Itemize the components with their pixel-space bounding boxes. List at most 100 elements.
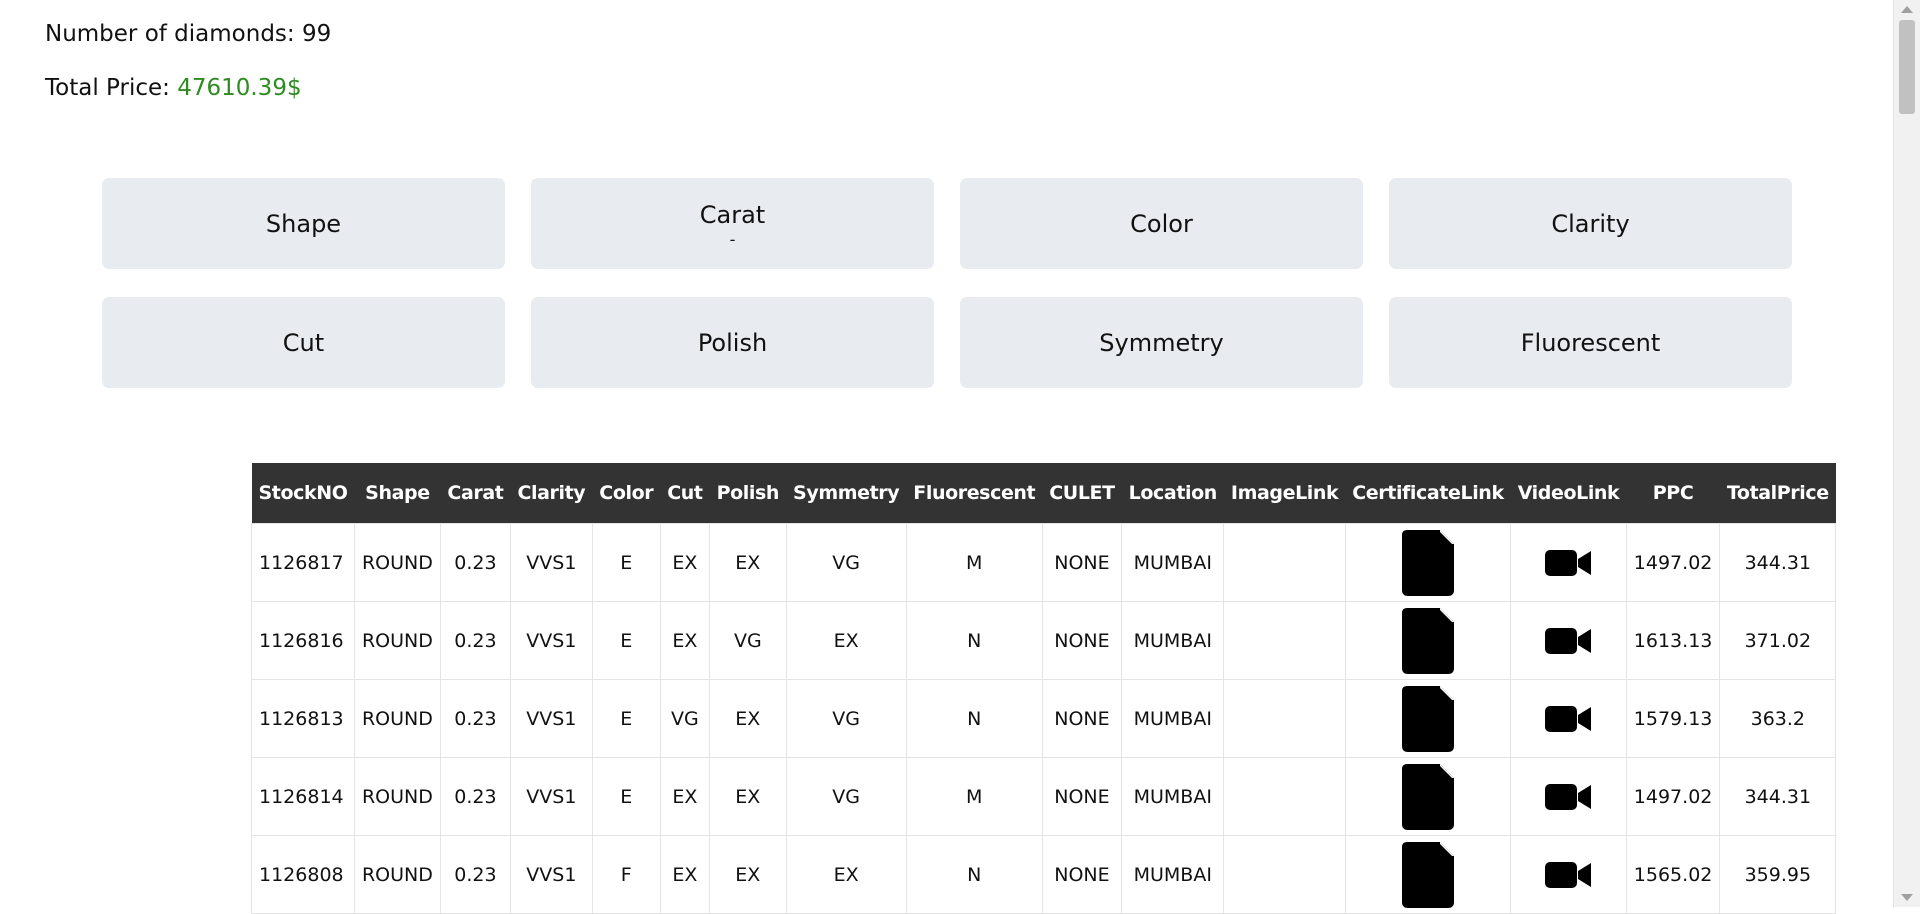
cell-color: E: [591, 523, 661, 602]
column-header[interactable]: Polish: [709, 463, 787, 524]
scroll-up-arrow-icon[interactable]: [1901, 6, 1913, 13]
cell-image: [1223, 835, 1346, 914]
total-price: Total Price: 47610.39$: [45, 72, 331, 104]
cell-symmetry: VG: [785, 757, 907, 836]
cell-image: [1223, 679, 1346, 758]
cell-fluorescent: N: [905, 835, 1043, 914]
cell-video-link[interactable]: [1510, 679, 1627, 758]
cell-color: F: [591, 835, 661, 914]
filter-clarity-button[interactable]: Clarity: [1389, 178, 1792, 269]
video-camera-icon: [1545, 549, 1592, 576]
video-camera-icon: [1545, 705, 1592, 732]
cell-certificate-link[interactable]: [1344, 757, 1512, 836]
filter-label: Carat: [699, 200, 766, 229]
column-header[interactable]: Cut: [660, 463, 710, 524]
column-header[interactable]: CertificateLink: [1345, 463, 1511, 524]
table-row[interactable]: 1126817 ROUND 0.23 VVS1 E EX EX VG M NONE MUMBAI 14…: [251, 523, 1837, 602]
cell-total: 371.02: [1719, 601, 1837, 680]
cell-fluorescent: N: [905, 679, 1043, 758]
table-header-row: StockNO Shape Carat Clarity Color Cut Po…: [251, 463, 1836, 524]
column-header[interactable]: Location: [1121, 463, 1224, 524]
vertical-scrollbar[interactable]: [1893, 0, 1920, 907]
table-row[interactable]: 1126813 ROUND 0.23 VVS1 E VG EX VG N NONE MUMBAI 15…: [251, 679, 1837, 758]
filter-label: Cut: [282, 328, 325, 357]
cell-shape: ROUND: [353, 835, 441, 914]
filter-polish-button[interactable]: Polish: [531, 297, 934, 388]
cell-certificate-link[interactable]: [1344, 679, 1512, 758]
column-header[interactable]: Fluorescent: [906, 463, 1043, 524]
table-row[interactable]: 1126816 ROUND 0.23 VVS1 E EX VG EX N NONE MUMBAI 16…: [251, 601, 1837, 680]
filter-symmetry-button[interactable]: Symmetry: [960, 297, 1363, 388]
column-header[interactable]: PPC: [1626, 463, 1720, 524]
cell-cut: EX: [659, 523, 711, 602]
video-camera-icon: [1545, 861, 1592, 888]
column-header[interactable]: Clarity: [510, 463, 593, 524]
cell-symmetry: VG: [785, 523, 907, 602]
summary: Number of diamonds: 99 Total Price: 4761…: [45, 18, 331, 126]
cell-clarity: VVS1: [509, 601, 593, 680]
cell-location: MUMBAI: [1121, 757, 1225, 836]
filter-cut-button[interactable]: Cut: [102, 297, 505, 388]
column-header[interactable]: Color: [592, 463, 661, 524]
cell-shape: ROUND: [353, 523, 441, 602]
cell-carat: 0.23: [439, 523, 511, 602]
filter-shape-button[interactable]: Shape: [102, 178, 505, 269]
cell-location: MUMBAI: [1121, 679, 1225, 758]
file-icon: [1401, 685, 1454, 752]
column-header[interactable]: Shape: [354, 463, 441, 524]
filter-carat-button[interactable]: Carat -: [531, 178, 934, 269]
diamond-table-container: StockNO Shape Carat Clarity Color Cut Po…: [251, 463, 1837, 914]
cell-total: 363.2: [1719, 679, 1837, 758]
cell-image: [1223, 523, 1346, 602]
column-header[interactable]: StockNO: [251, 463, 355, 524]
cell-certificate-link[interactable]: [1344, 601, 1512, 680]
filter-fluorescent-button[interactable]: Fluorescent: [1389, 297, 1792, 388]
cell-stock: 1126808: [251, 835, 355, 914]
cell-ppc: 1565.02: [1625, 835, 1721, 914]
filter-label: Shape: [265, 209, 342, 238]
column-header[interactable]: Carat: [440, 463, 511, 524]
cell-certificate-link[interactable]: [1344, 523, 1512, 602]
cell-polish: EX: [709, 835, 787, 914]
cell-image: [1223, 601, 1346, 680]
filter-carat-range: -: [729, 229, 736, 249]
column-header[interactable]: CULET: [1042, 463, 1122, 524]
cell-carat: 0.23: [439, 757, 511, 836]
cell-culet: NONE: [1041, 757, 1123, 836]
cell-symmetry: EX: [785, 601, 907, 680]
cell-carat: 0.23: [439, 601, 511, 680]
cell-clarity: VVS1: [509, 679, 593, 758]
cell-video-link[interactable]: [1510, 835, 1627, 914]
scrollbar-thumb[interactable]: [1899, 20, 1915, 114]
cell-stock: 1126817: [251, 523, 355, 602]
cell-color: E: [591, 757, 661, 836]
cell-certificate-link[interactable]: [1344, 835, 1512, 914]
cell-total: 344.31: [1719, 757, 1837, 836]
cell-shape: ROUND: [353, 757, 441, 836]
cell-ppc: 1579.13: [1625, 679, 1721, 758]
cell-video-link[interactable]: [1510, 523, 1627, 602]
scroll-down-arrow-icon[interactable]: [1901, 894, 1913, 901]
cell-video-link[interactable]: [1510, 757, 1627, 836]
cell-location: MUMBAI: [1121, 523, 1225, 602]
filter-label: Fluorescent: [1520, 328, 1661, 357]
cell-symmetry: VG: [785, 679, 907, 758]
column-header[interactable]: Symmetry: [786, 463, 907, 524]
filter-color-button[interactable]: Color: [960, 178, 1363, 269]
column-header[interactable]: TotalPrice: [1719, 463, 1836, 524]
cell-culet: NONE: [1041, 679, 1123, 758]
table-row[interactable]: 1126808 ROUND 0.23 VVS1 F EX EX EX N NONE MUMBAI 15…: [251, 835, 1837, 914]
cell-stock: 1126813: [251, 679, 355, 758]
column-header[interactable]: VideoLink: [1510, 463, 1627, 524]
file-icon: [1401, 841, 1454, 908]
table-row[interactable]: 1126814 ROUND 0.23 VVS1 E EX EX VG M NONE MUMBAI 14…: [251, 757, 1837, 836]
file-icon: [1401, 763, 1454, 830]
cell-culet: NONE: [1041, 835, 1123, 914]
cell-culet: NONE: [1041, 523, 1123, 602]
cell-polish: VG: [709, 601, 787, 680]
cell-video-link[interactable]: [1510, 601, 1627, 680]
cell-fluorescent: N: [905, 601, 1043, 680]
cell-polish: EX: [709, 523, 787, 602]
table-body: 1126817 ROUND 0.23 VVS1 E EX EX VG M NONE MUMBAI 14…: [251, 523, 1837, 914]
column-header[interactable]: ImageLink: [1223, 463, 1346, 524]
